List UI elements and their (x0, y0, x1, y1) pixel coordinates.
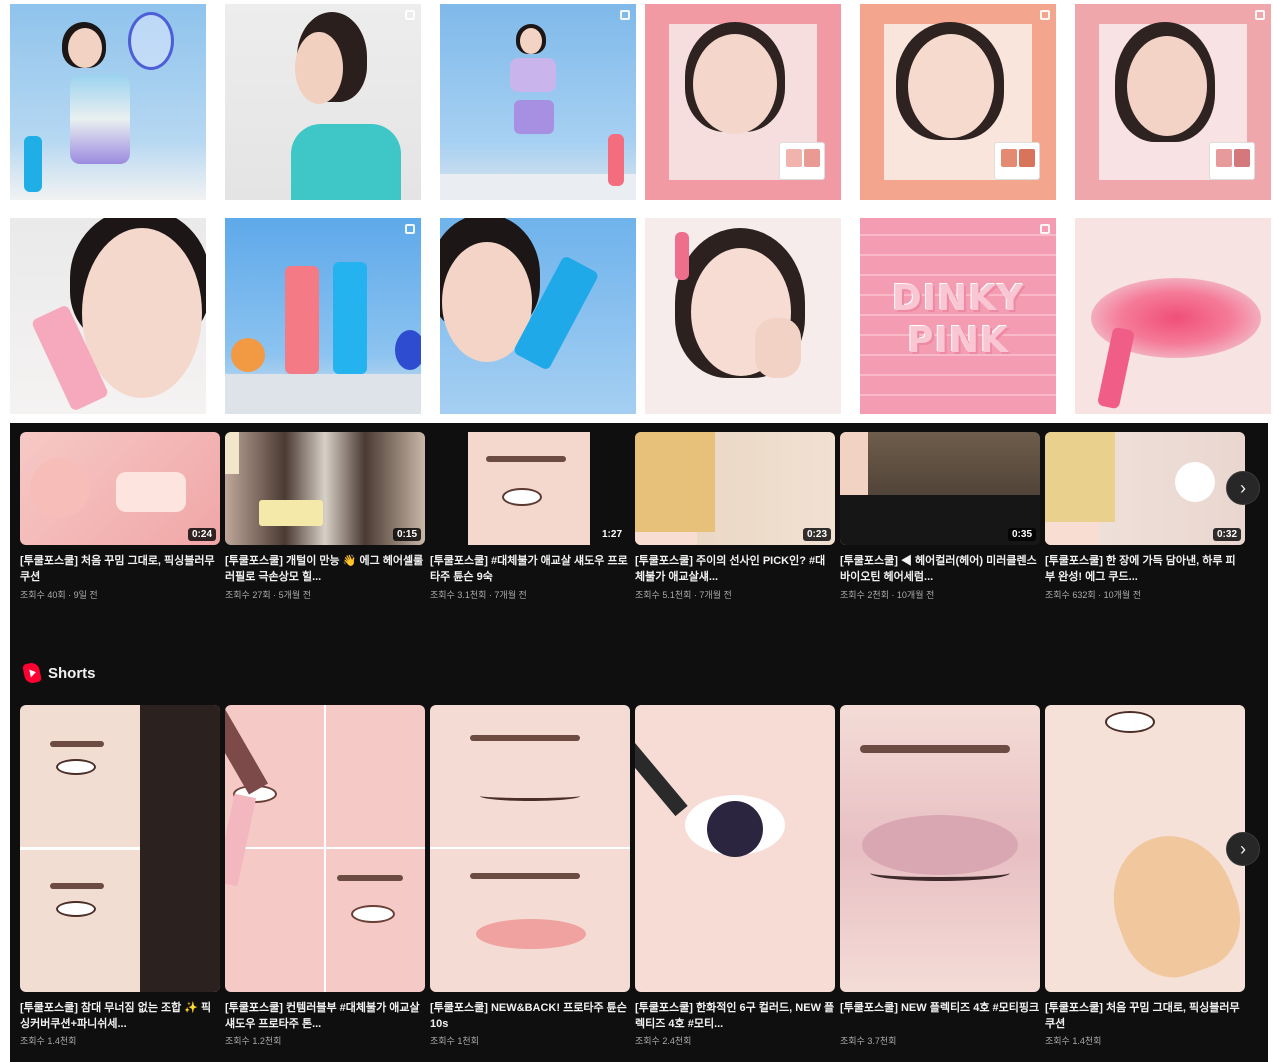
post-palette-2[interactable] (860, 4, 1056, 200)
video-meta: 조회수 27회 · 5개월 전 (225, 590, 311, 600)
chevron-right-icon: › (1240, 838, 1246, 859)
shorts-title: Shorts (48, 664, 96, 682)
shorts-logo-icon (22, 661, 42, 685)
post-profile-side[interactable] (225, 4, 421, 200)
short-card[interactable]: [투쿨포스쿨] 처음 꾸밈 그대로, 픽싱블러무쿠션 조회수 1.4천회 (1045, 705, 1245, 1047)
video-title[interactable]: [투쿨포스쿨] 한 장에 가득 담아낸, 하루 피부 완성! 에그 쿠드... (1045, 553, 1245, 585)
video-title[interactable]: [투쿨포스쿨] 처음 꾸밈 그대로, 픽싱블러무쿠션 (20, 553, 220, 585)
short-thumbnail[interactable] (1045, 705, 1245, 992)
video-duration: 0:24 (187, 528, 216, 541)
video-thumbnail[interactable]: 0:23 (635, 432, 835, 545)
video-card[interactable]: 0:35 [투쿨포스쿨] ◀ 헤어컬러(헤어) 미러클렌스 바이오틴 헤어세럼.… (840, 432, 1040, 601)
short-meta: 조회수 1.2천회 (225, 1036, 282, 1046)
post-dinky-pink[interactable]: DINKY PINK (860, 218, 1056, 414)
video-duration: 0:23 (802, 528, 831, 541)
palette-icon (994, 142, 1040, 180)
video-next-button[interactable]: › (1226, 471, 1260, 505)
post-palette-1[interactable] (645, 4, 841, 200)
short-thumbnail[interactable] (840, 705, 1040, 992)
video-title[interactable]: [투쿨포스쿨] 주이의 선사인 PICK인? #대체불가 애교살섀... (635, 553, 835, 585)
video-meta: 조회수 40회 · 9일 전 (20, 590, 98, 600)
shorts-header: Shorts (22, 661, 96, 685)
short-meta: 조회수 3.7천회 (840, 1036, 897, 1046)
short-title[interactable]: [투쿨포스쿨] 참대 무너짐 없는 조합 ✨ 픽싱커버쿠션+파니쉬세... (20, 1000, 220, 1032)
palette-icon (779, 142, 825, 180)
palette-icon (1209, 142, 1255, 180)
video-meta: 조회수 3.1천회 · 7개월 전 (430, 590, 527, 600)
video-duration: 0:35 (1007, 528, 1036, 541)
video-card[interactable]: 1:27 [투쿨포스쿨] #대체불가 애교살 섀도우 프로타주 튠슨 9숙 조회… (430, 432, 630, 601)
video-duration: 0:32 (1212, 528, 1241, 541)
short-title[interactable]: [투쿨포스쿨] 처음 꾸밈 그대로, 픽싱블러무쿠션 (1045, 1000, 1245, 1032)
short-title[interactable]: [투쿨포스쿨] 컨템러블부 #대체불가 애교살섀도우 프로타주 톤... (225, 1000, 425, 1032)
post-tennis-racket[interactable] (10, 4, 206, 200)
video-card[interactable]: 0:23 [투쿨포스쿨] 주이의 선사인 PICK인? #대체불가 애교살섀..… (635, 432, 835, 601)
short-card[interactable]: [투쿨포스쿨] NEW 플렉티즈 4호 #모티핑크 조회수 3.7천회 (840, 705, 1040, 1047)
video-thumbnail[interactable]: 1:27 (430, 432, 630, 545)
video-meta: 조회수 2천회 · 10개월 전 (840, 590, 935, 600)
video-thumbnail[interactable]: 0:32 (1045, 432, 1245, 545)
post-wink[interactable] (645, 218, 841, 414)
video-thumbnail[interactable]: 0:35 (840, 432, 1040, 545)
post-lips[interactable] (1075, 218, 1271, 414)
video-duration: 0:15 (392, 528, 421, 541)
multi-post-icon (405, 224, 415, 234)
short-thumbnail[interactable] (635, 705, 835, 992)
multi-post-icon (620, 10, 630, 20)
video-meta: 조회수 632회 · 10개월 전 (1045, 590, 1141, 600)
multi-post-icon (405, 10, 415, 20)
video-card[interactable]: 0:32 [투쿨포스쿨] 한 장에 가득 담아낸, 하루 피부 완성! 에그 쿠… (1045, 432, 1245, 601)
short-meta: 조회수 1.4천회 (1045, 1036, 1102, 1046)
video-thumbnail[interactable]: 0:24 (20, 432, 220, 545)
short-title[interactable]: [투쿨포스쿨] NEW&BACK! 프로타주 튠슨 10s (430, 1000, 630, 1032)
post-palette-3[interactable] (1075, 4, 1271, 200)
multi-post-icon (1040, 10, 1050, 20)
short-card[interactable]: [투쿨포스쿨] 참대 무너짐 없는 조합 ✨ 픽싱커버쿠션+파니쉬세... 조회… (20, 705, 220, 1047)
multi-post-icon (1255, 10, 1265, 20)
video-title[interactable]: [투쿨포스쿨] 개털이 만능 👋 에그 헤어셀룰러필로 극손상모 힐... (225, 553, 425, 585)
video-card[interactable]: 0:24 [투쿨포스쿨] 처음 꾸밈 그대로, 픽싱블러무쿠션 조회수 40회 … (20, 432, 220, 601)
short-card[interactable]: [투쿨포스쿨] 한화적인 6구 컬러드, NEW 플렉티즈 4호 #모티... … (635, 705, 835, 1047)
dinky-pink-text: DINKY PINK (891, 278, 1025, 361)
page: DINKY PINK 0:24 [투쿨포스쿨] 처음 꾸밈 그대로, 픽싱블러무… (0, 0, 1273, 1062)
youtube-section: 0:24 [투쿨포스쿨] 처음 꾸밈 그대로, 픽싱블러무쿠션 조회수 40회 … (10, 423, 1268, 1062)
instagram-grid: DINKY PINK (10, 4, 1271, 414)
video-meta: 조회수 5.1천회 · 7개월 전 (635, 590, 732, 600)
short-title[interactable]: [투쿨포스쿨] 한화적인 6구 컬러드, NEW 플렉티즈 4호 #모티... (635, 1000, 835, 1032)
short-title[interactable]: [투쿨포스쿨] NEW 플렉티즈 4호 #모티핑크 (840, 1000, 1040, 1032)
short-meta: 조회수 1.4천회 (20, 1036, 77, 1046)
short-thumbnail[interactable] (430, 705, 630, 992)
short-thumbnail[interactable] (20, 705, 220, 992)
short-card[interactable]: [투쿨포스쿨] 컨템러블부 #대체불가 애교살섀도우 프로타주 톤... 조회수… (225, 705, 425, 1047)
short-meta: 조회수 2.4천회 (635, 1036, 692, 1046)
short-thumbnail[interactable] (225, 705, 425, 992)
video-card[interactable]: 0:15 [투쿨포스쿨] 개털이 만능 👋 에그 헤어셀룰러필로 극손상모 힐.… (225, 432, 425, 601)
short-meta: 조회수 1천회 (430, 1036, 479, 1046)
video-title[interactable]: [투쿨포스쿨] #대체불가 애교살 섀도우 프로타주 튠슨 9숙 (430, 553, 630, 585)
multi-post-icon (1040, 224, 1050, 234)
post-jump-pastel[interactable] (440, 4, 636, 200)
video-thumbnail[interactable]: 0:15 (225, 432, 425, 545)
post-tube-face[interactable] (440, 218, 636, 414)
short-card[interactable]: [투쿨포스쿨] NEW&BACK! 프로타주 튠슨 10s 조회수 1천회 (430, 705, 630, 1047)
post-tube-cheek[interactable] (10, 218, 206, 414)
chevron-right-icon: › (1240, 477, 1246, 498)
video-title[interactable]: [투쿨포스쿨] ◀ 헤어컬러(헤어) 미러클렌스 바이오틴 헤어세럼... (840, 553, 1040, 585)
video-duration: 1:27 (601, 529, 622, 540)
post-tubes-sky[interactable] (225, 218, 421, 414)
shorts-next-button[interactable]: › (1226, 832, 1260, 866)
